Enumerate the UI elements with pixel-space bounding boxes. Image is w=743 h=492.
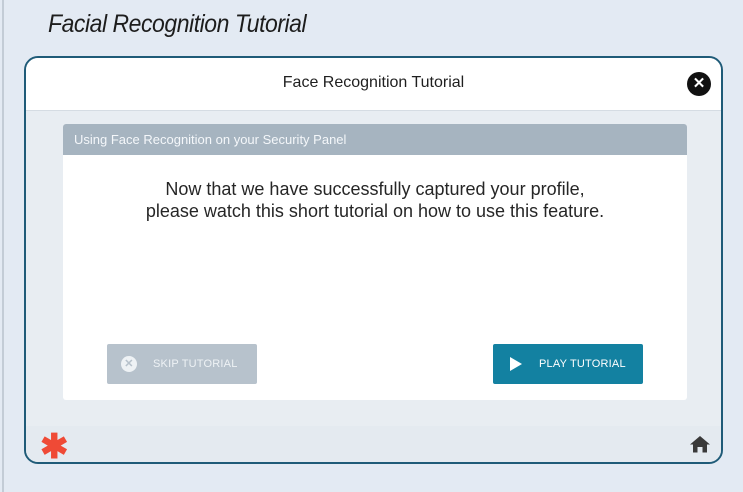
tutorial-message-line-2: please watch this short tutorial on how … xyxy=(145,201,605,221)
close-circle-icon: ✕ xyxy=(121,356,137,372)
left-divider xyxy=(2,0,4,492)
modal-footer: ✱ xyxy=(26,426,721,462)
asterisk-logo: ✱ xyxy=(40,428,69,464)
modal-title: Face Recognition Tutorial xyxy=(282,74,465,91)
skip-tutorial-label: SKIP TUTORIAL xyxy=(153,358,238,370)
close-icon[interactable]: ✕ xyxy=(687,72,711,96)
skip-tutorial-button[interactable]: ✕ SKIP TUTORIAL xyxy=(107,344,257,384)
tutorial-panel: Using Face Recognition on your Security … xyxy=(63,124,687,400)
tutorial-modal: Face Recognition Tutorial ✕ Using Face R… xyxy=(24,56,723,464)
play-tutorial-button[interactable]: PLAY TUTORIAL xyxy=(493,344,643,384)
tutorial-message-line-1: Now that we have successfully captured y… xyxy=(165,179,585,199)
panel-header: Using Face Recognition on your Security … xyxy=(63,124,687,155)
modal-header: Face Recognition Tutorial ✕ xyxy=(26,58,721,111)
home-icon[interactable] xyxy=(689,435,711,453)
play-tutorial-label: PLAY TUTORIAL xyxy=(539,358,626,370)
tutorial-message: Now that we have successfully captured y… xyxy=(63,178,687,222)
play-icon xyxy=(510,357,522,371)
page-title: Facial Recognition Tutorial xyxy=(48,10,307,38)
